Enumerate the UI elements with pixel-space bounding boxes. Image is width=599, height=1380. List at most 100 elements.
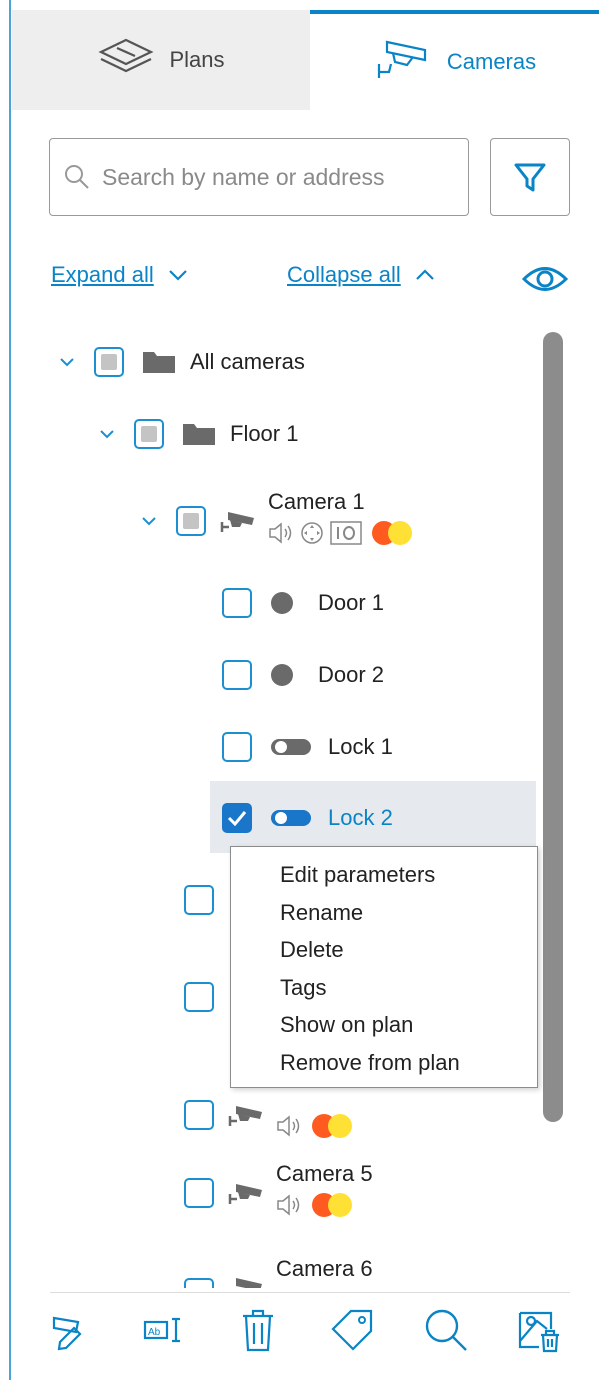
tab-bar: Plans Cameras	[12, 10, 599, 110]
menu-item-rename[interactable]: Rename	[231, 894, 537, 932]
tags-button[interactable]	[327, 1305, 377, 1355]
menu-item-remove-from-plan[interactable]: Remove from plan	[231, 1044, 537, 1082]
sensor-dot-icon	[270, 663, 294, 687]
search-icon	[64, 164, 90, 190]
checkbox-checked[interactable]	[222, 803, 252, 833]
rename-button[interactable]: Ab	[139, 1305, 189, 1355]
remove-from-plan-button[interactable]	[515, 1305, 565, 1355]
tree-clip: Camera 6	[0, 1250, 560, 1288]
edit-camera-icon	[48, 1308, 92, 1352]
tree-node-floor-1[interactable]: Floor 1	[96, 404, 298, 464]
tree-label: Lock 1	[328, 734, 393, 759]
speaker-icon	[268, 522, 294, 550]
toolbar-divider	[50, 1292, 570, 1293]
cameras-panel: Plans Cameras Expand all Collapse all	[0, 0, 599, 1380]
tree-node-door-2[interactable]: Door 2	[222, 645, 384, 705]
panel-border	[9, 0, 11, 1380]
tree-node-hidden-1[interactable]	[184, 870, 214, 930]
menu-item-edit-parameters[interactable]: Edit parameters	[231, 856, 537, 894]
tree-node-door-1[interactable]: Door 1	[222, 573, 384, 633]
relay-toggle-icon	[270, 736, 312, 758]
edit-button[interactable]	[45, 1305, 95, 1355]
search-button[interactable]	[421, 1305, 471, 1355]
tree-node-camera-6[interactable]: Camera 6	[184, 1256, 373, 1288]
speaker-icon	[276, 1115, 302, 1143]
tree-node-camera-4[interactable]	[184, 1080, 358, 1150]
tree-label: Lock 2	[328, 805, 393, 830]
collapse-all-label: Collapse all	[287, 262, 401, 287]
checkbox[interactable]	[184, 885, 214, 915]
analytics-icon	[368, 519, 418, 553]
camera-icon	[228, 1274, 264, 1288]
chevron-up-icon	[415, 269, 435, 281]
bottom-toolbar: Ab	[45, 1300, 565, 1360]
camera-icon	[228, 1102, 264, 1128]
relay-toggle-icon	[270, 807, 312, 829]
checkbox[interactable]	[222, 660, 252, 690]
collapse-all-link[interactable]: Collapse all	[287, 262, 435, 288]
checkbox-partial[interactable]	[176, 506, 206, 536]
io-icon	[330, 521, 362, 551]
trash-icon	[241, 1308, 275, 1352]
tree-node-camera-5[interactable]: Camera 5	[184, 1158, 373, 1228]
rename-icon: Ab	[142, 1315, 186, 1345]
svg-text:Ab: Ab	[148, 1327, 161, 1338]
tab-cameras-label: Cameras	[446, 49, 537, 74]
camera-icon	[228, 1180, 264, 1206]
tree-node-all-cameras[interactable]: All cameras	[56, 332, 305, 392]
checkbox[interactable]	[222, 732, 252, 762]
menu-item-tags[interactable]: Tags	[231, 969, 537, 1007]
tree-label: Floor 1	[230, 421, 299, 446]
eye-icon	[520, 262, 570, 296]
ptz-icon	[300, 521, 324, 551]
search-input[interactable]	[100, 162, 444, 192]
tag-icon	[329, 1307, 375, 1353]
delete-button[interactable]	[233, 1305, 283, 1355]
checkbox-partial[interactable]	[94, 347, 124, 377]
chevron-down-icon	[168, 269, 188, 281]
tree-label: All cameras	[190, 349, 305, 374]
analytics-icon	[308, 1112, 358, 1146]
filter-icon	[513, 160, 547, 194]
visibility-toggle[interactable]	[520, 262, 570, 296]
analytics-icon	[308, 1191, 358, 1225]
checkbox[interactable]	[222, 588, 252, 618]
context-menu: Edit parameters Rename Delete Tags Show …	[230, 846, 538, 1088]
checkbox[interactable]	[184, 1278, 214, 1288]
sensor-dot-icon	[270, 591, 294, 615]
tab-cameras[interactable]: Cameras	[310, 10, 599, 110]
tree-node-hidden-2[interactable]	[184, 967, 214, 1027]
check-icon	[227, 811, 247, 826]
camera-outline-icon	[373, 36, 433, 88]
tree-node-camera-1[interactable]: Camera 1	[138, 486, 418, 556]
tree-label: Camera 1	[268, 489, 365, 514]
tree-node-lock-1[interactable]: Lock 1	[222, 717, 393, 777]
chevron-down-icon[interactable]	[96, 429, 118, 439]
search-box	[49, 138, 469, 216]
map-delete-icon	[517, 1307, 563, 1353]
camera-icon	[220, 508, 256, 534]
expand-all-link[interactable]: Expand all	[51, 262, 188, 288]
tree-label: Camera 6	[276, 1256, 373, 1281]
checkbox-partial[interactable]	[134, 419, 164, 449]
expand-all-label: Expand all	[51, 262, 154, 287]
chevron-down-icon[interactable]	[56, 357, 78, 367]
chevron-down-icon[interactable]	[138, 516, 160, 526]
tree-scrollbar[interactable]	[543, 332, 563, 1122]
tree-label: Door 2	[318, 662, 385, 687]
checkbox[interactable]	[184, 982, 214, 1012]
tab-plans-label: Plans	[169, 47, 225, 72]
folder-icon	[182, 421, 216, 447]
folder-icon	[142, 349, 176, 375]
filter-button[interactable]	[490, 138, 570, 216]
tab-plans[interactable]: Plans	[12, 10, 310, 110]
speaker-icon	[276, 1194, 302, 1222]
checkbox[interactable]	[184, 1178, 214, 1208]
plans-icon	[97, 36, 155, 84]
menu-item-delete[interactable]: Delete	[231, 931, 537, 969]
tree-node-lock-2[interactable]: Lock 2	[222, 788, 393, 848]
magnifier-icon	[423, 1307, 469, 1353]
checkbox[interactable]	[184, 1100, 214, 1130]
menu-item-show-on-plan[interactable]: Show on plan	[231, 1006, 537, 1044]
tree-label: Door 1	[318, 590, 385, 615]
